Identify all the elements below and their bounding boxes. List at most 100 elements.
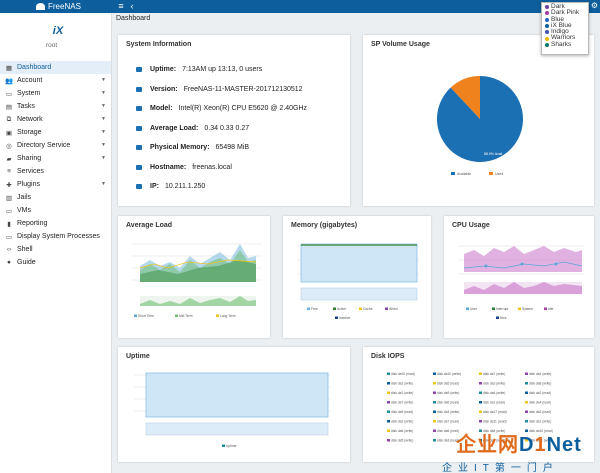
legend-label[interactable]: Free	[311, 307, 318, 311]
legend-swatch	[385, 307, 388, 310]
legend-label[interactable]: disk da2 (write)	[391, 420, 413, 424]
system-info-row: IP: 10.211.1.250	[136, 183, 205, 190]
dashboard-icon: ▦	[5, 64, 13, 72]
legend-label[interactable]: disk da6 (read)	[437, 401, 459, 405]
legend-swatch	[433, 429, 436, 432]
legend-swatch	[433, 439, 436, 442]
legend-label[interactable]: disk da2 (write)	[391, 382, 413, 386]
legend-label[interactable]: disk da8 (write)	[529, 382, 551, 386]
sidebar-item-dashboard[interactable]: ▦ Dashboard	[0, 61, 111, 74]
info-key: Uptime:	[150, 66, 177, 73]
sidebar-item-account[interactable]: 👥 Account ▼	[0, 74, 111, 87]
legend-swatch	[333, 307, 336, 310]
legend-label[interactable]: disk da9 (read)	[391, 410, 413, 414]
avatar[interactable]: iX	[52, 25, 64, 39]
sidebar-item-plugins[interactable]: ✚ Plugins ▼	[0, 178, 111, 191]
cpu-usage-chart: User Interrupt System Idle Nice	[458, 245, 584, 320]
legend-label[interactable]: disk da11 (read)	[483, 420, 507, 424]
volume-pie-chart: 88.0% Avail Available Used	[437, 76, 523, 176]
legend-swatch	[335, 316, 338, 319]
legend-label[interactable]: disk da5 (read)	[437, 382, 459, 386]
collapse-sidebar-icon[interactable]: ‹	[127, 1, 137, 12]
legend-label[interactable]: Long Term	[220, 314, 236, 318]
sidebar-item-network[interactable]: ⧉ Network ▼	[0, 113, 111, 126]
chevron-down-icon: ▼	[101, 116, 106, 122]
legend-label[interactable]: System	[522, 307, 533, 311]
legend-label[interactable]: disk da2 (read)	[529, 391, 551, 395]
legend-swatch	[525, 382, 528, 385]
legend-label[interactable]: Wired	[389, 307, 398, 311]
legend-label[interactable]: Active	[337, 307, 346, 311]
legend-label[interactable]: disk da1 (read)	[483, 401, 505, 405]
legend-label[interactable]: disk da4 (write)	[529, 372, 551, 376]
legend-label[interactable]: disk da6 (write)	[391, 429, 413, 433]
menu-icon[interactable]: ≡	[116, 1, 126, 12]
watermark-logo: 企业网D1Net 企业IT第一门户	[442, 425, 600, 473]
sidebar-item-tasks[interactable]: ▤ Tasks ▼	[0, 100, 111, 113]
info-key: Version:	[150, 85, 178, 93]
sidebar-item-vms[interactable]: ▭ VMs	[0, 204, 111, 217]
legend-swatch	[525, 410, 528, 413]
legend-swatch	[222, 444, 225, 447]
legend-label[interactable]: Nice	[500, 316, 507, 320]
theme-menu-label: Sharks	[551, 40, 572, 48]
jail-icon: ▥	[5, 194, 13, 202]
legend-label[interactable]: Uptime	[226, 444, 237, 448]
sidebar-item-directory-service[interactable]: ◎ Directory Service ▼	[0, 139, 111, 152]
legend-label[interactable]: disk da6 (write)	[483, 391, 505, 395]
sidebar-item-services[interactable]: ≡ Services	[0, 165, 111, 178]
gear-icon[interactable]: ⚙	[591, 1, 598, 10]
legend-label[interactable]: disk da7 (write)	[483, 372, 505, 376]
code-icon: ‹›	[6, 246, 12, 253]
watermark-subtitle: 企业IT第一门户	[442, 463, 559, 473]
legend-label[interactable]: Inactive	[339, 316, 351, 320]
legend-label[interactable]: Idle	[548, 307, 553, 311]
info-bullet-icon	[136, 184, 142, 189]
sidebar-item-label: Services	[17, 168, 44, 175]
legend-label[interactable]: disk da7 (read)	[437, 420, 459, 424]
legend-swatch	[525, 391, 528, 394]
info-value: FreeNAS-11-MASTER-201712130512	[183, 85, 303, 93]
legend-label[interactable]: disk da10 (read)	[391, 372, 415, 376]
legend-label[interactable]: Mid Term	[179, 314, 193, 318]
legend-label[interactable]: disk da3 (write)	[483, 382, 505, 386]
legend-label[interactable]: disk da4 (read)	[529, 401, 551, 405]
legend-label[interactable]: disk da1 (write)	[529, 420, 551, 424]
brand[interactable]: FreeNAS	[36, 2, 81, 11]
chevron-down-icon: ▼	[101, 90, 106, 96]
sidebar-item-guide[interactable]: ● Guide	[0, 256, 111, 269]
extension-icon: ✚	[6, 181, 12, 189]
sidebar-item-shell[interactable]: ‹› Shell	[0, 243, 111, 256]
legend-swatch	[525, 372, 528, 375]
sidebar-item-sharing[interactable]: ▰ Sharing ▼	[0, 152, 111, 165]
legend-label[interactable]: disk da4 (write)	[437, 410, 459, 414]
sidebar-item-storage[interactable]: ▣ Storage ▼	[0, 126, 111, 139]
legend-label[interactable]: disk da10 (write)	[437, 372, 461, 376]
watermark-part: D	[519, 434, 535, 456]
legend-swatch	[518, 307, 521, 310]
system-info-row: Physical Memory: 65498 MiB	[136, 144, 249, 151]
legend-label[interactable]: Interrupt	[496, 307, 508, 311]
legend-label[interactable]: disk da9 (write)	[437, 391, 459, 395]
sidebar-item-system[interactable]: ▭ System ▼	[0, 87, 111, 100]
legend-label[interactable]: disk da17 (read)	[483, 410, 507, 414]
legend-label[interactable]: disk da5 (write)	[391, 439, 413, 443]
theme-swatch-icon	[545, 5, 549, 10]
legend-label[interactable]: disk da1 (write)	[391, 391, 413, 395]
legend-label[interactable]: User	[470, 307, 478, 311]
legend-label[interactable]: Cache	[363, 307, 373, 311]
system-info-row: Uptime: 7:13AM up 13:13, 0 users	[136, 66, 262, 73]
legend-swatch	[387, 429, 390, 432]
legend-label[interactable]: disk da7 (write)	[391, 401, 413, 405]
user-name: root	[46, 42, 58, 49]
legend-swatch	[387, 382, 390, 385]
legend-label[interactable]: disk da3 (read)	[529, 410, 551, 414]
theme-menu-item[interactable]: Sharks	[545, 40, 585, 48]
legend-label[interactable]: Short Term	[138, 314, 154, 318]
info-value: 65498 MiB	[215, 144, 249, 151]
theme-swatch-icon	[545, 36, 549, 41]
sidebar-item-display-system-processes[interactable]: ▭ Display System Processes	[0, 230, 111, 243]
sidebar-item-jails[interactable]: ▥ Jails	[0, 191, 111, 204]
sidebar-item-reporting[interactable]: ▮ Reporting	[0, 217, 111, 230]
sidebar-item-label: Shell	[17, 246, 33, 253]
